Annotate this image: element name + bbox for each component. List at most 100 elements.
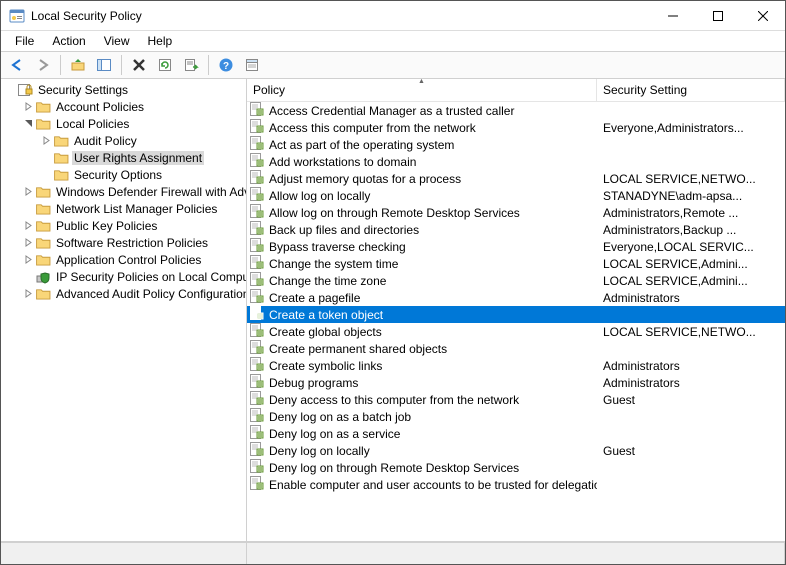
list-row[interactable]: Change the time zoneLOCAL SERVICE,Admini…	[247, 272, 785, 289]
tree-node[interactable]: IP Security Policies on Local Computer	[3, 268, 246, 285]
list-row[interactable]: Change the system timeLOCAL SERVICE,Admi…	[247, 255, 785, 272]
minimize-button[interactable]	[650, 1, 695, 30]
policy-name: Allow log on locally	[269, 189, 370, 203]
tree-node[interactable]: User Rights Assignment	[3, 149, 246, 166]
list-row[interactable]: Access Credential Manager as a trusted c…	[247, 102, 785, 119]
list-row[interactable]: Create a pagefileAdministrators	[247, 289, 785, 306]
list-row[interactable]: Adjust memory quotas for a processLOCAL …	[247, 170, 785, 187]
list-row[interactable]: Enable computer and user accounts to be …	[247, 476, 785, 493]
folder-icon	[35, 286, 51, 302]
list-row[interactable]: Allow log on locally STANADYNE\adm-apsa..…	[247, 187, 785, 204]
tree-node-label: Audit Policy	[72, 134, 139, 148]
tree-toggle-icon[interactable]	[21, 117, 35, 131]
close-button[interactable]	[740, 1, 785, 30]
folder-icon	[35, 252, 51, 268]
tree-root[interactable]: Security Settings	[3, 81, 246, 98]
tree-toggle-icon[interactable]	[39, 134, 53, 148]
list-row[interactable]: Allow log on through Remote Desktop Serv…	[247, 204, 785, 221]
tree-node[interactable]: Network List Manager Policies	[3, 200, 246, 217]
show-hide-tree-icon[interactable]	[92, 53, 116, 77]
list-row[interactable]: Back up files and directoriesAdministrat…	[247, 221, 785, 238]
security-setting-value: STANADYNE\adm-apsa...	[597, 189, 785, 203]
tree-node-label: Public Key Policies	[54, 219, 159, 233]
column-header-setting-label: Security Setting	[603, 83, 687, 97]
list-row[interactable]: Act as part of the operating system	[247, 136, 785, 153]
toolbar-separator	[208, 55, 209, 75]
column-header-setting[interactable]: Security Setting	[597, 79, 785, 101]
tree-toggle-icon[interactable]	[21, 236, 35, 250]
tree-toggle-icon[interactable]	[21, 219, 35, 233]
folder-icon	[35, 218, 51, 234]
menu-view[interactable]: View	[96, 32, 138, 50]
list-row[interactable]: Bypass traverse checkingEveryone,LOCAL S…	[247, 238, 785, 255]
list-row[interactable]: Deny log on locallyGuest	[247, 442, 785, 459]
tree-toggle-icon[interactable]	[21, 185, 35, 199]
folder-icon	[35, 116, 51, 132]
tree-pane[interactable]: Security SettingsAccount PoliciesLocal P…	[1, 79, 247, 541]
list-row[interactable]: Deny access to this computer from the ne…	[247, 391, 785, 408]
folder-icon	[35, 201, 51, 217]
app-icon	[9, 8, 25, 24]
tree-node-label: IP Security Policies on Local Computer	[54, 270, 247, 284]
tree-toggle-icon[interactable]	[21, 253, 35, 267]
delete-icon[interactable]	[127, 53, 151, 77]
tree-toggle-icon[interactable]	[21, 287, 35, 301]
column-header-policy[interactable]: ▲ Policy	[247, 79, 597, 101]
folder-icon	[53, 167, 69, 183]
policy-name: Create global objects	[269, 325, 382, 339]
list-row[interactable]: Create permanent shared objects	[247, 340, 785, 357]
tree-node[interactable]: Account Policies	[3, 98, 246, 115]
tree-toggle-icon[interactable]	[3, 83, 17, 97]
list-row[interactable]: Deny log on through Remote Desktop Servi…	[247, 459, 785, 476]
help-icon[interactable]: ?	[214, 53, 238, 77]
menubar: FileActionViewHelp	[1, 31, 785, 51]
list-body[interactable]: Access Credential Manager as a trusted c…	[247, 102, 785, 541]
tree-node[interactable]: Local Policies	[3, 115, 246, 132]
maximize-button[interactable]	[695, 1, 740, 30]
list-row[interactable]: Debug programsAdministrators	[247, 374, 785, 391]
policy-name: Deny log on as a service	[269, 427, 400, 441]
menu-action[interactable]: Action	[44, 32, 93, 50]
forward-icon[interactable]	[31, 53, 55, 77]
toolbar: ?	[1, 51, 785, 79]
menu-help[interactable]: Help	[140, 32, 181, 50]
policy-name: Add workstations to domain	[269, 155, 416, 169]
security-setting-value: Everyone,LOCAL SERVIC...	[597, 240, 785, 254]
up-icon[interactable]	[66, 53, 90, 77]
list-row[interactable]: Deny log on as a batch job	[247, 408, 785, 425]
policy-name: Create permanent shared objects	[269, 342, 447, 356]
refresh-icon[interactable]	[153, 53, 177, 77]
security-setting-value: Guest	[597, 444, 785, 458]
list-row[interactable]: Add workstations to domain	[247, 153, 785, 170]
tree-node[interactable]: Public Key Policies	[3, 217, 246, 234]
folder-icon	[35, 184, 51, 200]
tree-node[interactable]: Advanced Audit Policy Configuration	[3, 285, 246, 302]
policy-name: Allow log on through Remote Desktop Serv…	[269, 206, 520, 220]
security-setting-value: Administrators	[597, 359, 785, 373]
tree-node[interactable]: Software Restriction Policies	[3, 234, 246, 251]
folder-icon	[35, 235, 51, 251]
window-title: Local Security Policy	[31, 9, 650, 23]
tree-node[interactable]: Windows Defender Firewall with Advanced …	[3, 183, 246, 200]
list-row[interactable]: Deny log on as a service	[247, 425, 785, 442]
statusbar	[1, 542, 785, 564]
list-row[interactable]: Create global objectsLOCAL SERVICE,NETWO…	[247, 323, 785, 340]
tree-node[interactable]: Application Control Policies	[3, 251, 246, 268]
policy-name: Access Credential Manager as a trusted c…	[269, 104, 514, 118]
policy-name: Deny log on through Remote Desktop Servi…	[269, 461, 519, 475]
tree-node-label: Advanced Audit Policy Configuration	[54, 287, 247, 301]
tree-node[interactable]: Security Options	[3, 166, 246, 183]
tree-toggle-icon[interactable]	[21, 100, 35, 114]
back-icon[interactable]	[5, 53, 29, 77]
properties-icon[interactable]	[240, 53, 264, 77]
tree-node[interactable]: Audit Policy	[3, 132, 246, 149]
list-row[interactable]: Create a token object	[247, 306, 785, 323]
policy-name: Enable computer and user accounts to be …	[269, 478, 597, 492]
titlebar: Local Security Policy	[1, 1, 785, 31]
menu-file[interactable]: File	[7, 32, 42, 50]
security-setting-value: LOCAL SERVICE,Admini...	[597, 257, 785, 271]
export-list-icon[interactable]	[179, 53, 203, 77]
list-row[interactable]: Create symbolic linksAdministrators	[247, 357, 785, 374]
list-row[interactable]: Access this computer from the networkEve…	[247, 119, 785, 136]
list-header: ▲ Policy Security Setting	[247, 79, 785, 102]
